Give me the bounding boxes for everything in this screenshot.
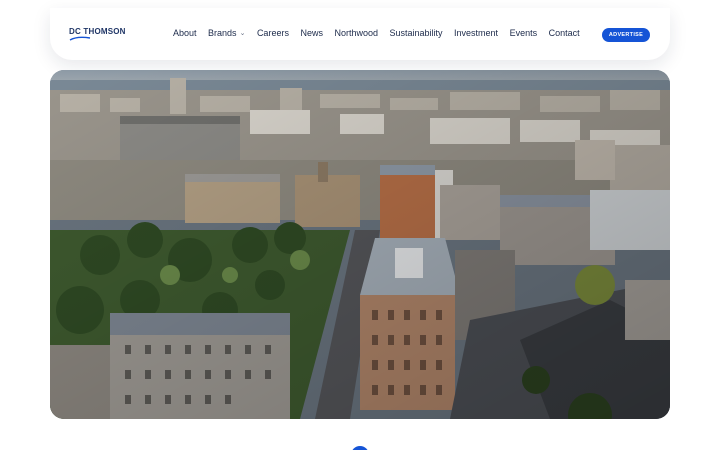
nav-item-label: Brands <box>208 28 237 38</box>
advertise-button[interactable]: ADVERTISE <box>602 28 650 42</box>
nav-item-label: Sustainability <box>389 28 443 38</box>
carousel-indicator[interactable] <box>351 446 369 450</box>
aerial-city-illustration <box>50 70 670 419</box>
nav-item-label: Investment <box>454 28 499 38</box>
nav-item-northwood[interactable]: Northwood <box>334 28 378 38</box>
nav-item-careers[interactable]: Careers <box>257 28 289 38</box>
main-menu: About Brands ⌄ Careers News Northwood Sus… <box>173 28 591 38</box>
nav-item-label: Events <box>509 28 538 38</box>
nav-item-about[interactable]: About <box>173 28 197 38</box>
logo-text: DC THOMSON <box>69 27 126 36</box>
swoosh-logo-icon <box>69 36 91 41</box>
hero-image <box>50 70 670 419</box>
nav-item-sustainability[interactable]: Sustainability <box>390 28 443 38</box>
site-logo[interactable]: DC THOMSON <box>69 27 126 41</box>
site-header: DC THOMSON About Brands ⌄ Careers News No… <box>50 8 670 60</box>
nav-item-label: About <box>173 28 197 38</box>
nav-item-brands[interactable]: Brands ⌄ <box>208 28 245 38</box>
nav-item-label: News <box>300 28 323 38</box>
chevron-down-icon: ⌄ <box>239 30 246 37</box>
nav-item-label: Contact <box>548 28 580 38</box>
nav-item-news[interactable]: News <box>300 28 323 38</box>
nav-item-label: Northwood <box>334 28 378 38</box>
nav-item-events[interactable]: Events <box>510 28 538 38</box>
nav-item-contact[interactable]: Contact <box>549 28 580 38</box>
nav-item-label: Careers <box>256 28 289 38</box>
nav-item-investment[interactable]: Investment <box>454 28 498 38</box>
